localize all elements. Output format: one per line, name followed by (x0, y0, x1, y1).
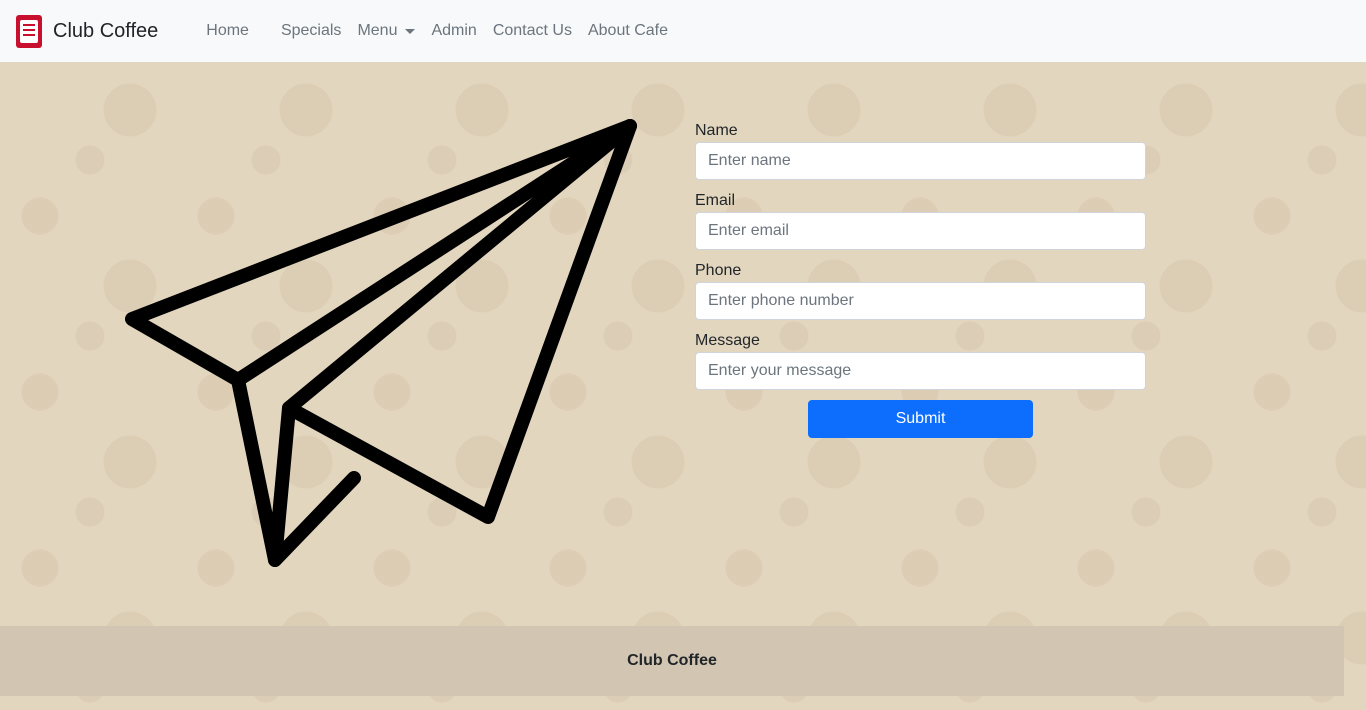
brand-name: Club Coffee (53, 19, 159, 42)
footer: Club Coffee (0, 626, 1344, 696)
nav-contact[interactable]: Contact Us (485, 14, 580, 48)
nav-admin[interactable]: Admin (423, 14, 484, 48)
caret-down-icon (405, 28, 416, 34)
navbar: Club Coffee Home Specials Menu Admin Con… (0, 0, 1366, 62)
nav-about[interactable]: About Cafe (580, 14, 676, 48)
name-label: Name (695, 122, 738, 139)
contact-form: Name Email Phone Message Submit (695, 120, 1146, 438)
brand-link[interactable]: Club Coffee (16, 14, 159, 48)
phone-input[interactable] (695, 282, 1146, 320)
nav-menu-dropdown[interactable]: Menu (349, 14, 423, 48)
name-input[interactable] (695, 142, 1146, 180)
message-input[interactable] (695, 352, 1146, 390)
nav-menu-label: Menu (357, 22, 398, 39)
submit-button[interactable]: Submit (808, 400, 1033, 438)
paper-plane-icon (125, 119, 637, 567)
email-input[interactable] (695, 212, 1146, 250)
phone-label: Phone (695, 262, 742, 279)
nav-specials[interactable]: Specials (273, 14, 349, 48)
footer-text: Club Coffee (627, 652, 717, 669)
nav-home[interactable]: Home (198, 14, 257, 48)
email-label: Email (695, 192, 736, 209)
cafe-logo-icon (16, 14, 42, 48)
message-label: Message (695, 332, 760, 349)
